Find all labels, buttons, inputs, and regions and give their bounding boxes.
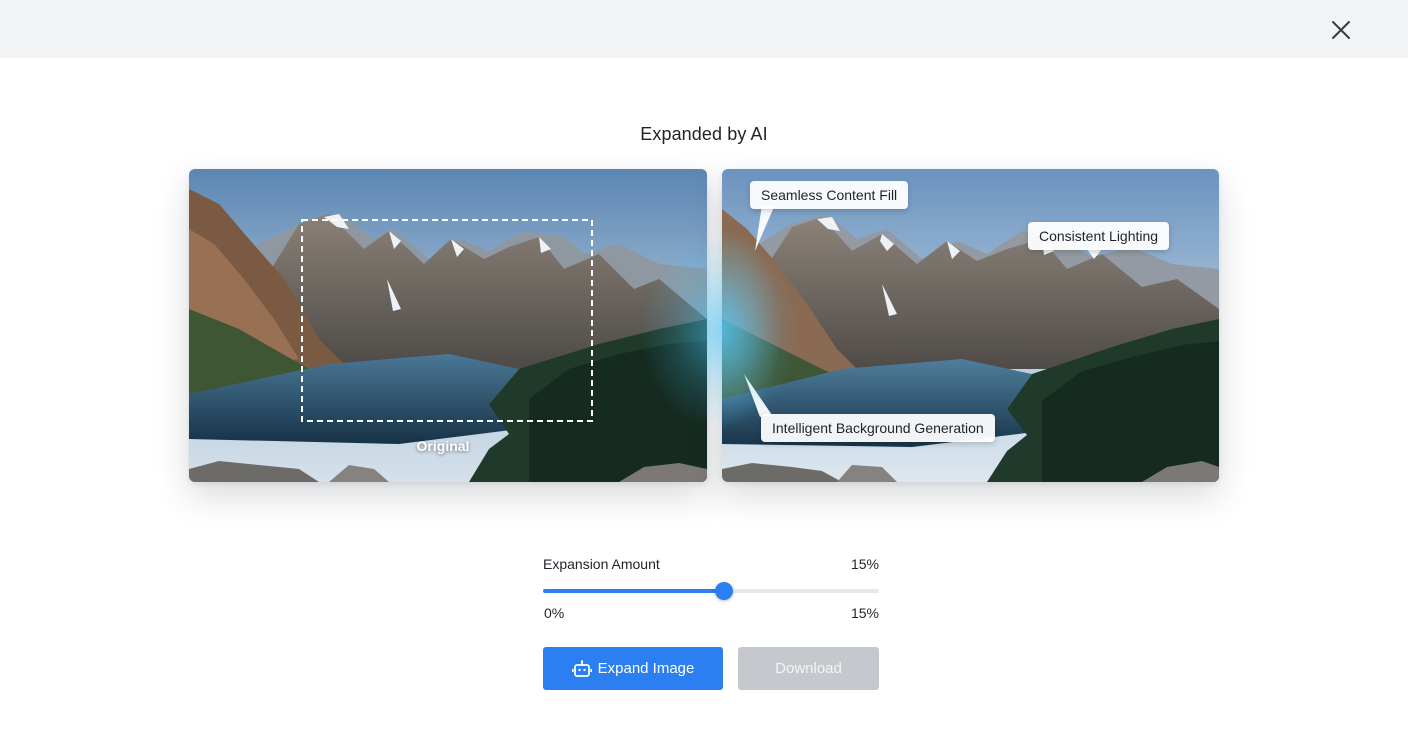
callout-consistent-lighting: Consistent Lighting [1028,222,1170,250]
slider-min-label: 0% [544,605,565,621]
slider-fill [543,589,725,593]
callout-seamless-content-fill: Seamless Content Fill [750,181,909,209]
expand-image-button[interactable]: Expand Image [543,647,723,690]
original-landscape-image [189,169,707,482]
slider-value: 15% [850,556,879,572]
expand-image-label: Expand Image [597,660,695,677]
download-button[interactable]: Download [738,647,879,690]
slider-label: Expansion Amount [543,556,660,572]
page-title: Expanded by AI [640,124,768,144]
top-bar [0,0,1408,58]
callout-intelligent-background: Intelligent Background Generation [761,414,995,442]
slider-track[interactable] [543,582,879,600]
download-label: Download [775,660,842,677]
original-image-panel [189,169,707,482]
close-icon[interactable] [1326,15,1356,45]
original-label: Original [416,438,470,454]
slider-thumb[interactable] [715,582,734,600]
slider-max-label: 15% [850,605,879,621]
robot-icon [571,659,592,677]
